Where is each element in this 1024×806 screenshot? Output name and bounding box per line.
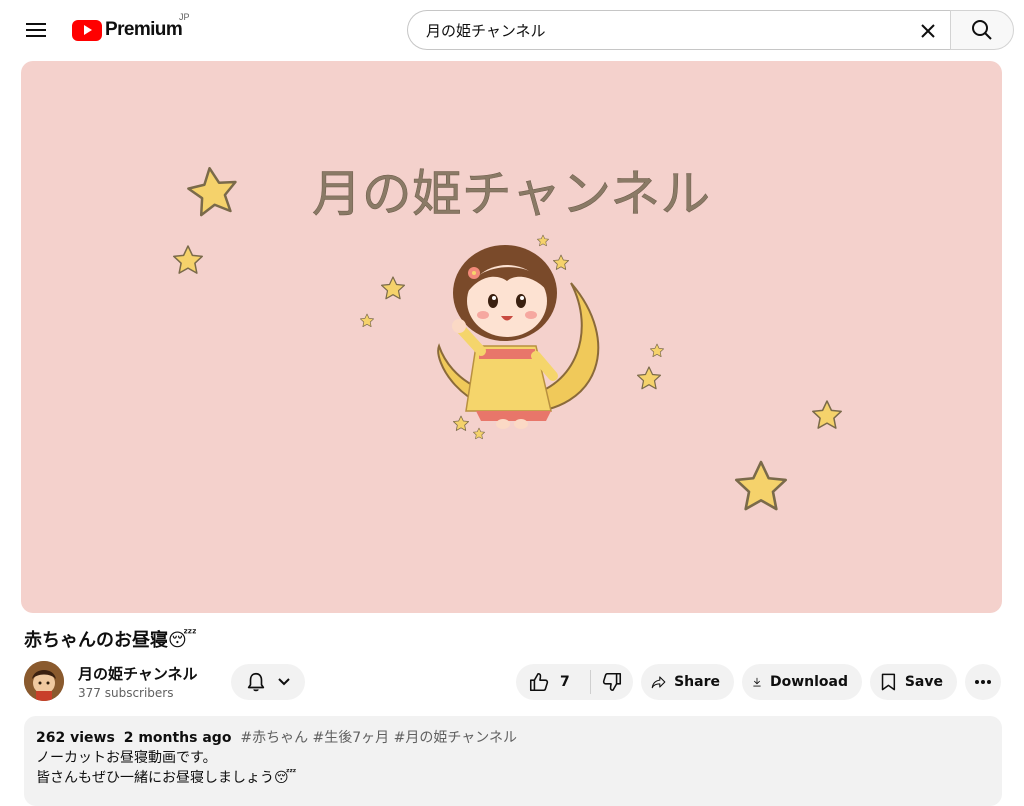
channel-name[interactable]: 月の姫チャンネル xyxy=(78,663,198,684)
star-decoration xyxy=(553,254,569,270)
menu-icon xyxy=(26,23,46,37)
search-icon xyxy=(972,20,992,40)
search-button[interactable] xyxy=(950,10,1014,50)
star-decoration xyxy=(173,245,203,274)
thumbs-down-icon xyxy=(602,672,622,692)
bookmark-icon xyxy=(881,673,896,691)
share-label: Share xyxy=(674,674,720,690)
video-player[interactable]: 月の姫チャンネル xyxy=(21,61,1002,613)
like-count: 7 xyxy=(560,674,570,690)
youtube-play-icon xyxy=(72,19,102,41)
chevron-down-icon xyxy=(278,678,290,686)
subscription-bell-button[interactable] xyxy=(231,664,305,700)
search-input[interactable]: 月の姫チャンネル xyxy=(426,20,546,41)
dislike-button[interactable] xyxy=(591,664,633,700)
subscriber-count: 377 subscribers xyxy=(78,686,174,700)
star-decoration xyxy=(381,276,405,300)
thumbnail-title: 月の姫チャンネル xyxy=(312,165,711,223)
star-decoration xyxy=(360,313,374,328)
description-line: 皆さんもぜひ一緒にお昼寝しましょう😴 xyxy=(36,770,297,786)
view-count: 262 views xyxy=(36,730,115,746)
video-title: 赤ちゃんのお昼寝😴 xyxy=(24,630,197,651)
download-icon xyxy=(753,677,761,687)
star-decoration xyxy=(649,343,665,358)
star-decoration xyxy=(472,427,486,440)
star-decoration xyxy=(812,400,842,429)
search-box[interactable]: 月の姫チャンネル xyxy=(407,10,950,50)
save-button[interactable]: Save xyxy=(870,664,957,700)
star-decoration xyxy=(636,366,662,390)
star-decoration xyxy=(734,460,788,511)
region-code: JP xyxy=(179,12,190,22)
star-decoration xyxy=(452,415,470,431)
youtube-premium-logo[interactable]: Premium JP xyxy=(72,12,190,44)
share-button[interactable]: Share xyxy=(641,664,734,700)
more-actions-button[interactable] xyxy=(965,664,1001,700)
channel-avatar[interactable] xyxy=(24,661,64,701)
bell-icon xyxy=(247,672,265,692)
video-thumbnail: 月の姫チャンネル xyxy=(173,163,842,511)
description-line: ノーカットお昼寝動画です。 xyxy=(36,750,217,766)
share-icon xyxy=(651,676,666,689)
description-meta-line: 262 views 2 months ago #赤ちゃん #生後7ヶ月 #月の姫… xyxy=(36,728,990,748)
avatar-image xyxy=(24,661,64,701)
more-horizontal-icon xyxy=(975,680,991,684)
close-icon xyxy=(921,24,935,38)
upload-age: 2 months ago xyxy=(123,730,232,746)
description-box[interactable]: 262 views 2 months ago #赤ちゃん #生後7ヶ月 #月の姫… xyxy=(24,716,1002,806)
star-decoration xyxy=(536,234,550,247)
like-dislike-group: 7 xyxy=(516,664,633,700)
clear-search-button[interactable] xyxy=(912,15,944,47)
like-button[interactable]: 7 xyxy=(516,664,590,700)
hamburger-menu-button[interactable] xyxy=(20,14,52,46)
download-label: Download xyxy=(769,674,848,690)
thumbs-up-icon xyxy=(529,672,549,692)
top-bar: Premium JP 月の姫チャンネル xyxy=(0,0,1024,60)
star-decoration xyxy=(184,163,241,218)
logo-wordmark: Premium xyxy=(105,19,183,40)
save-label: Save xyxy=(904,674,943,690)
girl-illustration xyxy=(452,245,558,429)
download-button[interactable]: Download xyxy=(742,664,862,700)
hashtags[interactable]: #赤ちゃん #生後7ヶ月 #月の姫チャンネル xyxy=(240,730,517,746)
